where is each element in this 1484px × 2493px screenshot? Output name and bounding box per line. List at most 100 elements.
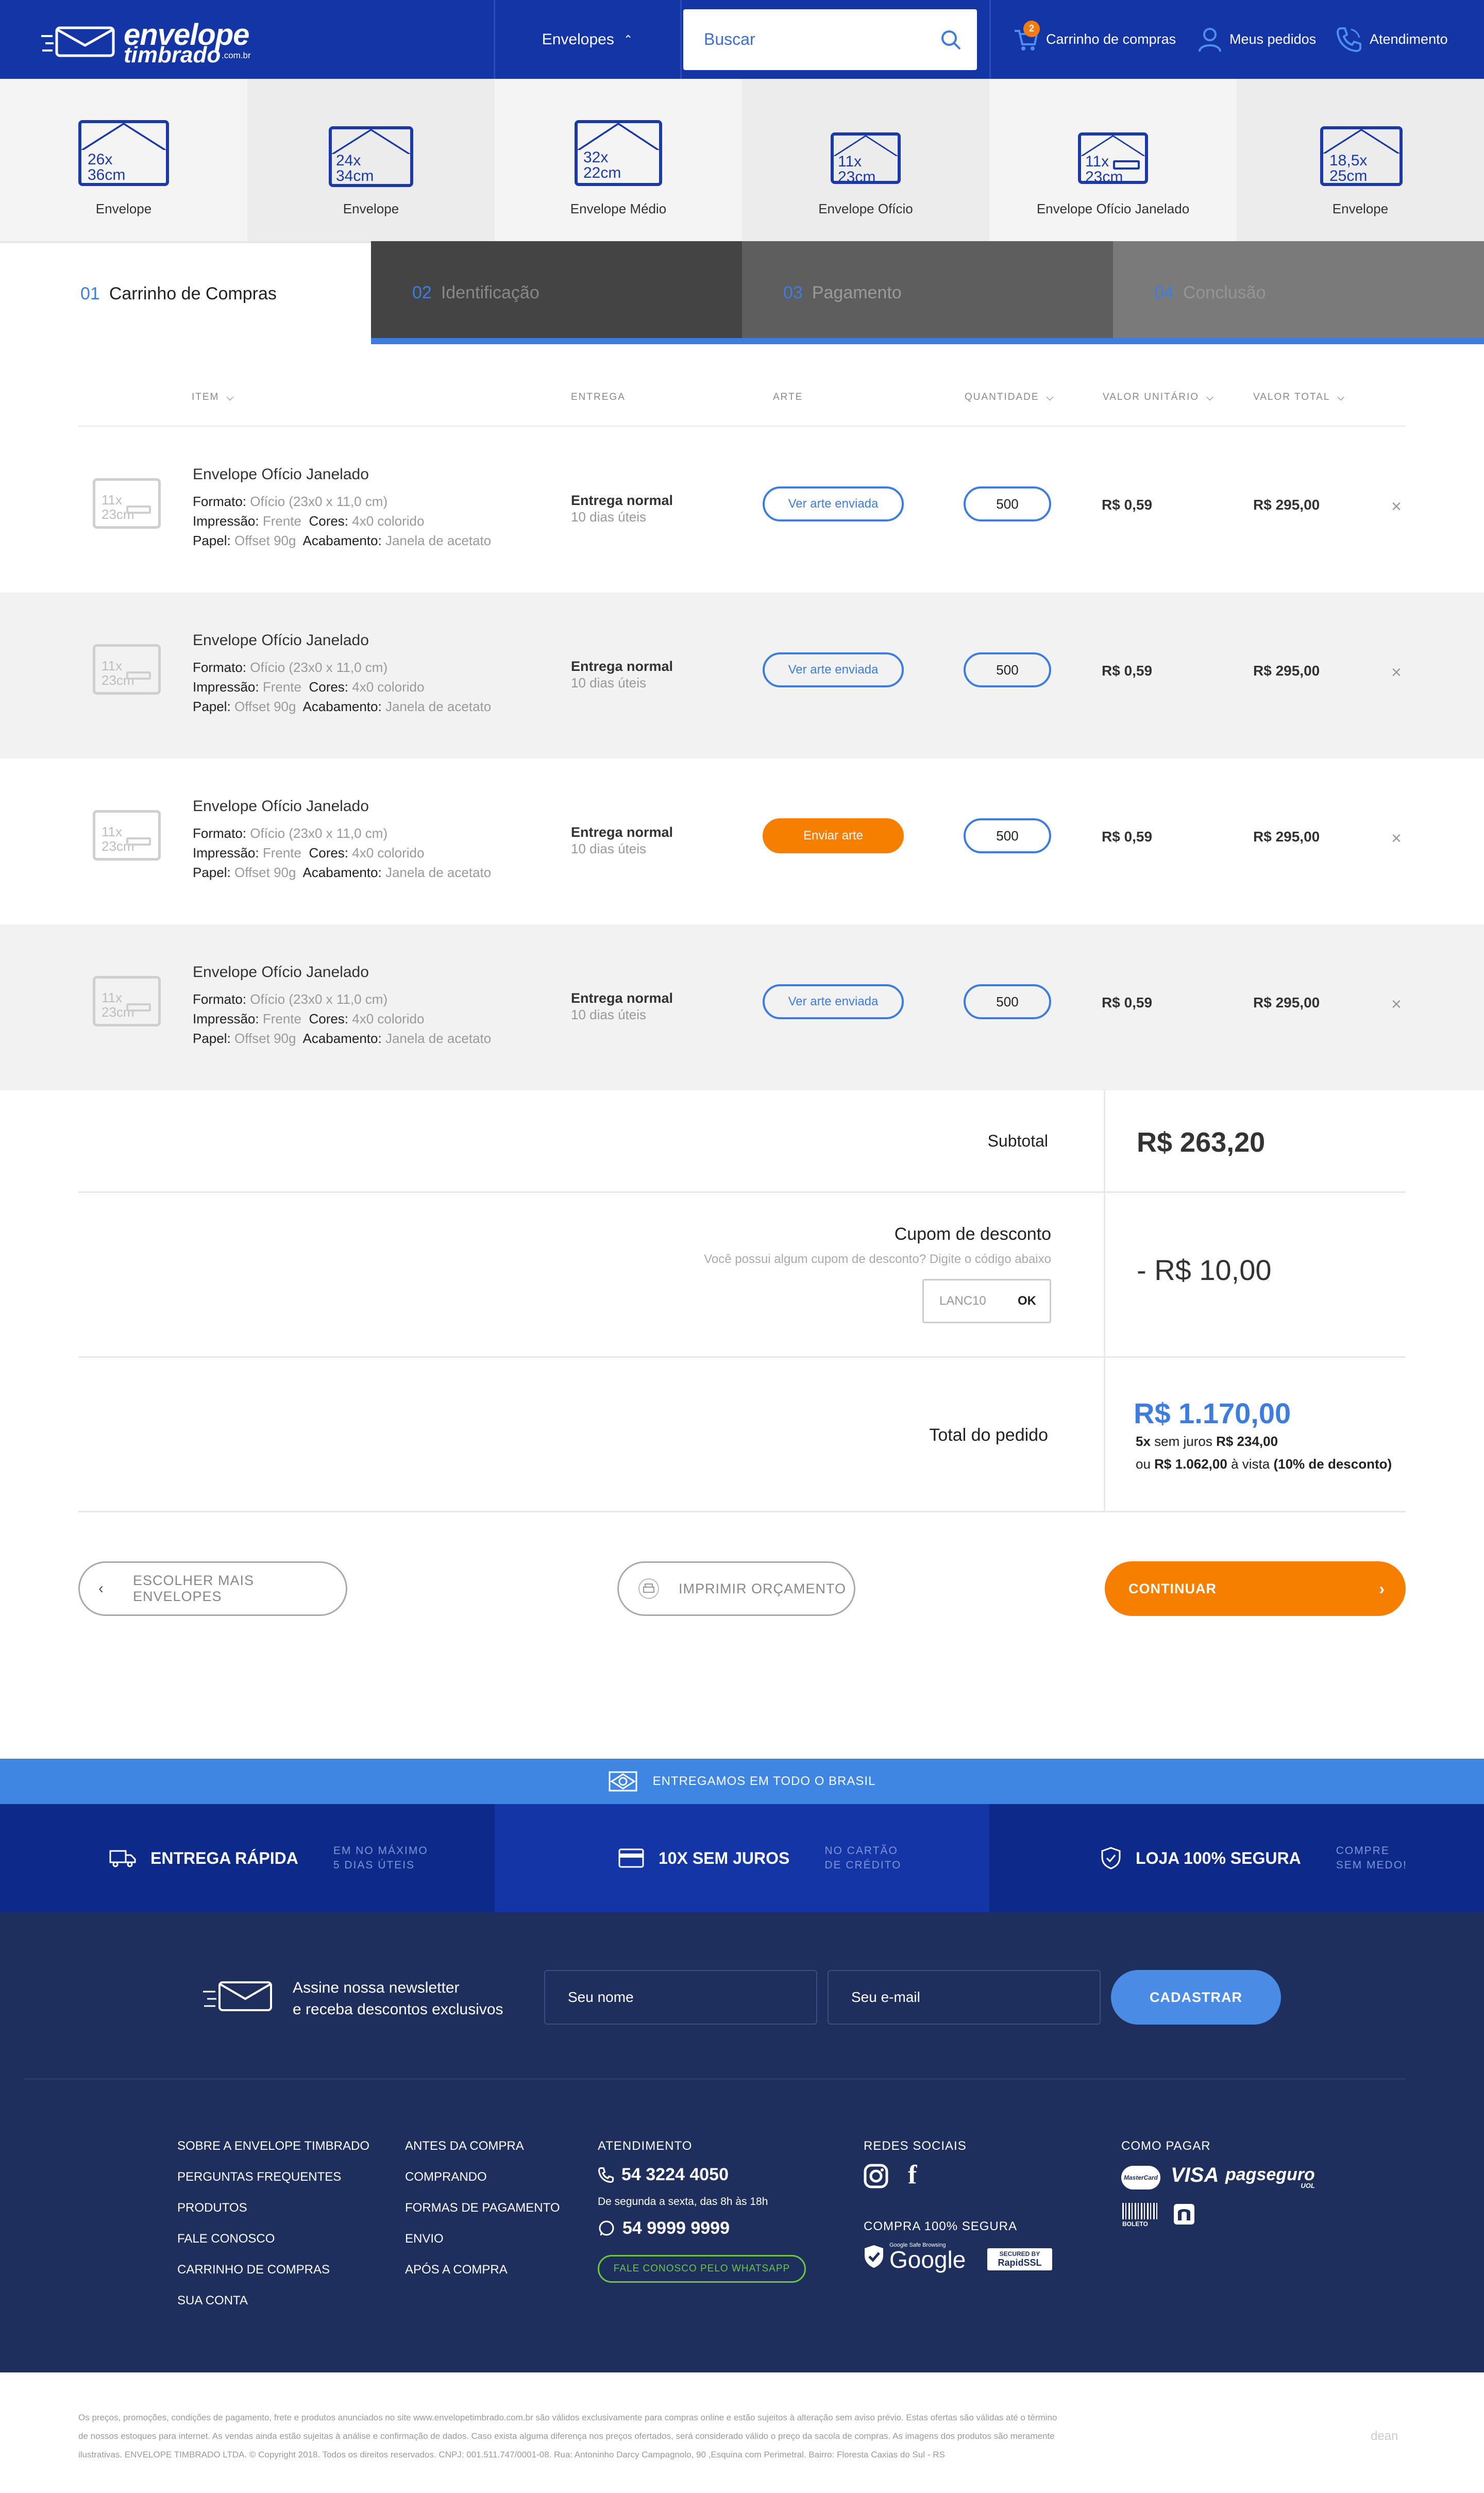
orders-link[interactable]: Meus pedidos [1198,0,1316,79]
cart-row: 11x 23cm Envelope Ofício Janelado Formato… [0,593,1484,759]
coupon-ok-button[interactable]: OK [1018,1294,1036,1308]
step-conclusion[interactable]: 04 Conclusão [1113,241,1484,344]
delivery-days: 10 dias úteis [571,509,646,525]
chevron-up-icon: ⌃ [623,32,633,46]
category-envelope-24x34[interactable]: 24x 34cm Envelope [247,79,495,241]
art-button[interactable]: Ver arte enviada [763,486,904,521]
shield-check-icon [865,2245,883,2268]
category-size: 18,5x 25cm [1329,152,1368,184]
divider [1104,1090,1105,1511]
footer-link[interactable]: PERGUNTAS FREQUENTES [177,2170,341,2184]
search-icon[interactable] [940,29,962,50]
remove-item-icon[interactable]: × [1391,995,1402,1015]
footer-link[interactable]: PRODUTOS [177,2201,247,2215]
search-box[interactable]: Buscar [683,9,977,70]
subtotal-label: Subtotal [987,1132,1048,1150]
category-size: 11x 23cm [1085,153,1123,186]
divider [25,2078,1406,2080]
remove-item-icon[interactable]: × [1391,663,1402,683]
th-valor-total[interactable]: VALOR TOTAL ⌵ [1253,392,1345,403]
cart-link[interactable]: 2 Carrinho de compras [1013,0,1176,79]
art-button[interactable]: Ver arte enviada [763,652,904,687]
rapidssl-badge: SECURED BY RapidSSL [987,2248,1052,2270]
art-button[interactable]: Enviar arte [763,818,904,853]
remove-item-icon[interactable]: × [1391,497,1402,517]
logo[interactable]: envelope timbrado .com.br [41,18,258,68]
logo-domain: .com.br [222,50,251,60]
quantity-field[interactable]: 500 [964,818,1051,853]
footer-link[interactable]: SUA CONTA [177,2294,248,2308]
divider [78,1511,1406,1512]
whatsapp-line[interactable]: 54 9999 9999 [598,2218,730,2238]
category-envelope-oficio-janelado[interactable]: 11x 23cm Envelope Ofício Janelado [989,79,1237,241]
step-number: 01 [80,283,100,304]
phone-line[interactable]: 54 3224 4050 [598,2165,729,2185]
chevron-right-icon: › [1379,1579,1385,1598]
envelopes-menu-label: Envelopes [542,30,614,48]
more-envelopes-button[interactable]: ‹ ESCOLHER MAIS ENVELOPES [78,1561,347,1616]
footer-link[interactable]: ANTES DA COMPRA [405,2139,524,2153]
footer-link[interactable]: ENVIO [405,2232,444,2246]
delivery-type: Entrega normal [571,990,673,1006]
delivery-type: Entrega normal [571,824,673,840]
coupon-title: Cupom de desconto [894,1224,1051,1244]
cart-count-badge: 2 [1023,20,1040,37]
legal-footer: Os preços, promoções, condições de pagam… [0,2372,1484,2493]
step-payment[interactable]: 03 Pagamento [742,241,1113,344]
total-price: R$ 295,00 [1253,663,1320,679]
footer-link[interactable]: APÓS A COMPRA [405,2263,508,2277]
credit-card-icon [618,1848,644,1868]
facebook-icon[interactable]: f [908,2160,917,2190]
unit-price: R$ 0,59 [1102,829,1153,845]
step-identification[interactable]: 02 Identificação [371,241,742,344]
th-entrega: ENTREGA [571,392,626,402]
footer-link[interactable]: FORMAS DE PAGAMENTO [405,2201,560,2215]
category-size: 11x 23cm [838,153,876,186]
product-thumbnail: 11x 23cm [93,810,161,861]
print-quote-button[interactable]: IMPRIMIR ORÇAMENTO [617,1561,855,1616]
site-header: envelope timbrado .com.br Envelopes ⌃ Bu… [0,0,1484,79]
feature-fast-delivery: ENTREGA RÁPIDA EM NO MÁXIMO 5 DIAS ÚTEIS [109,1804,428,1912]
th-arte: ARTE [773,392,803,402]
delivery-days: 10 dias úteis [571,1007,646,1022]
remove-item-icon[interactable]: × [1391,829,1402,849]
chevron-down-icon: ⌵ [226,392,235,402]
quantity-field[interactable]: 500 [964,984,1051,1019]
discount-value: - R$ 10,00 [1137,1254,1272,1286]
footer-link[interactable]: FALE CONOSCO [177,2232,275,2246]
search-input[interactable]: Buscar [704,30,755,49]
newsletter-submit-button[interactable]: CADASTRAR [1111,1970,1281,2025]
footer-link[interactable]: SOBRE A ENVELOPE TIMBRADO [177,2139,369,2153]
delivery-type: Entrega normal [571,493,673,508]
category-envelope-medio[interactable]: 32x 22cm Envelope Médio [495,79,742,241]
footer: Assine nossa newsletter e receba desconto… [0,1912,1484,2372]
delivery-days: 10 dias úteis [571,841,646,856]
instagram-icon[interactable] [864,2164,888,2188]
th-item[interactable]: ITEM ⌵ [192,392,234,403]
visa-logo: VISA [1171,2164,1219,2186]
category-envelope-oficio[interactable]: 11x 23cm Envelope Ofício [742,79,989,241]
printer-icon [638,1578,659,1599]
th-valor-unitario[interactable]: VALOR UNITÁRIO ⌵ [1103,392,1215,403]
art-button[interactable]: Ver arte enviada [763,984,904,1019]
quantity-field[interactable]: 500 [964,486,1051,521]
continue-button[interactable]: CONTINUAR › [1105,1561,1406,1616]
category-size: 32x 22cm [583,149,621,181]
spec-format: Formato: Ofício (23x0 x 11,0 cm) [193,660,388,675]
category-envelope-18x25[interactable]: 18,5x 25cm Envelope [1237,79,1484,241]
footer-link[interactable]: COMPRANDO [405,2170,487,2184]
envelopes-menu[interactable]: Envelopes ⌃ [495,0,680,79]
newsletter-name-input[interactable]: Seu nome [544,1970,817,2025]
cart-row: 11x 23cm Envelope Ofício Janelado Formato… [0,427,1484,593]
product-name: Envelope Ofício Janelado [193,798,369,815]
step-label: Pagamento [812,282,902,302]
category-envelope-26x36[interactable]: 26x 36cm Envelope [0,79,247,241]
coupon-field[interactable]: LANC10 OK [922,1279,1051,1323]
quantity-field[interactable]: 500 [964,652,1051,687]
newsletter-email-input[interactable]: Seu e-mail [828,1970,1101,2025]
th-quantidade[interactable]: QUANTIDADE ⌵ [965,392,1054,403]
footer-link[interactable]: CARRINHO DE COMPRAS [177,2263,330,2277]
coupon-input[interactable]: LANC10 [939,1294,986,1308]
whatsapp-button[interactable]: FALE CONOSCO PELO WHATSAPP [598,2255,806,2283]
support-link[interactable]: Atendimento [1336,0,1448,79]
